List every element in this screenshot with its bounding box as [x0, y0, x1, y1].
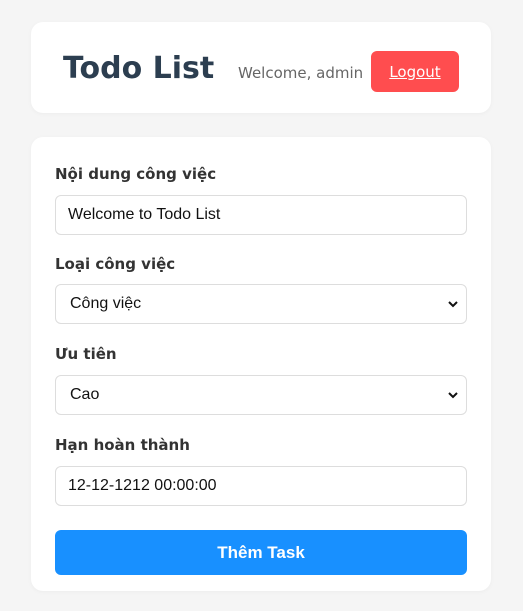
deadline-input[interactable]: [55, 466, 467, 506]
category-select[interactable]: Công việc: [55, 284, 467, 324]
chevron-down-icon: [448, 301, 458, 308]
task-form: Nội dung công việc Loại công việc Công v…: [31, 137, 491, 591]
category-label: Loại công việc: [55, 255, 176, 273]
header-card: Todo List Welcome, admin Logout: [31, 22, 491, 113]
logout-button[interactable]: Logout: [371, 51, 459, 92]
priority-selected-value: Cao: [70, 386, 100, 403]
deadline-label: Hạn hoàn thành: [55, 436, 190, 454]
content-label: Nội dung công việc: [55, 165, 217, 183]
priority-label: Ưu tiên: [55, 345, 117, 363]
add-task-button[interactable]: Thêm Task: [55, 530, 467, 575]
category-selected-value: Công việc: [70, 295, 142, 312]
app-title: Todo List: [63, 51, 215, 86]
welcome-text: Welcome, admin: [238, 64, 364, 82]
content-input[interactable]: [55, 195, 467, 235]
chevron-down-icon: [448, 392, 458, 399]
priority-select[interactable]: Cao: [55, 375, 467, 415]
